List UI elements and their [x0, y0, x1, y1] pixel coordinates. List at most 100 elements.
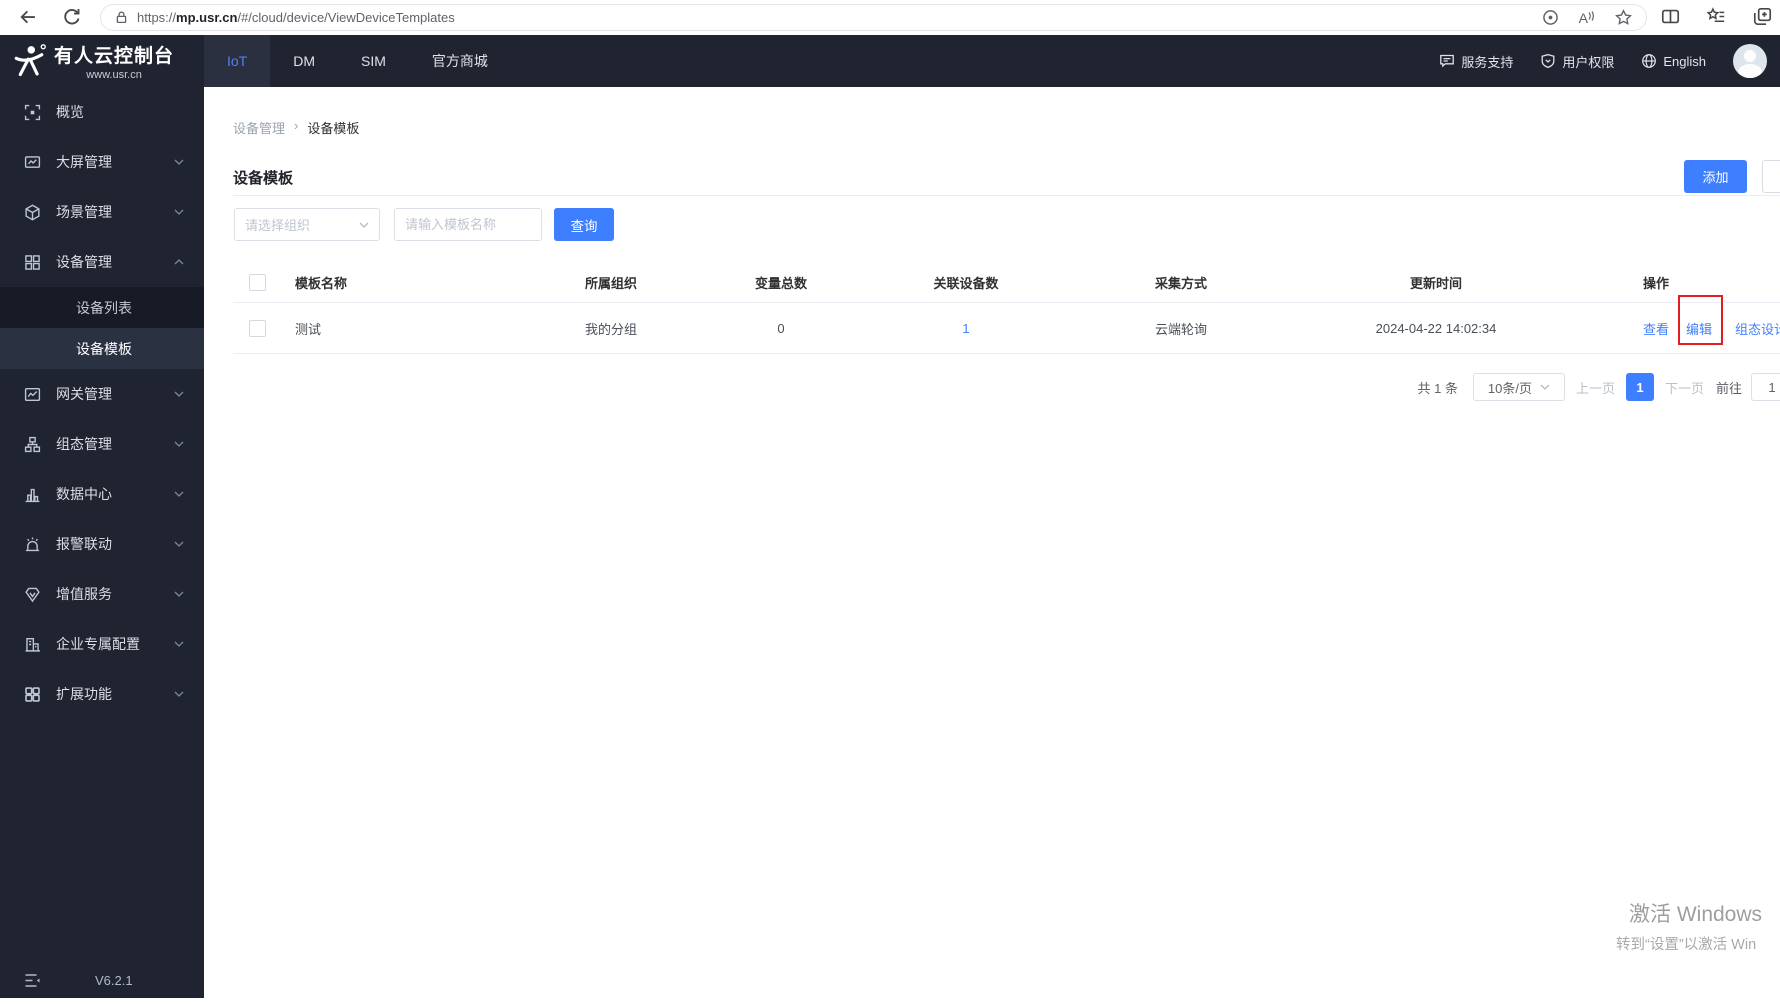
sidebar-item-scada-mgmt[interactable]: 组态管理: [0, 419, 204, 469]
prev-page-button[interactable]: 上一页: [1576, 378, 1615, 397]
version-label: V6.2.1: [95, 972, 133, 988]
breadcrumb-device-mgmt[interactable]: 设备管理: [233, 118, 285, 137]
avatar[interactable]: [1733, 44, 1767, 78]
overview-icon: [24, 104, 41, 120]
cell-collect-mode: 云端轮询: [1154, 321, 1207, 337]
next-page-button[interactable]: 下一页: [1665, 378, 1704, 397]
vas-icon: [25, 587, 40, 602]
chevron-down-icon: [174, 541, 184, 547]
sidebar-item-overview[interactable]: 概览: [0, 87, 204, 137]
tab-mall[interactable]: 官方商城: [409, 35, 511, 87]
scada-icon: [24, 436, 41, 452]
url-text[interactable]: https://mp.usr.cn/#/cloud/device/ViewDev…: [137, 10, 1522, 25]
goto-page-input[interactable]: [1751, 373, 1780, 401]
chat-icon: [1440, 54, 1455, 68]
collections-icon[interactable]: [1753, 7, 1772, 26]
scene-icon: [25, 203, 40, 221]
location-icon[interactable]: [1542, 9, 1559, 26]
brand[interactable]: 有人云控制台 www.usr.cn: [0, 41, 204, 81]
main-content: 设备管理 › 设备模板 设备模板 添加 批 请选择组织 查询 模板名称 所属组织…: [204, 87, 1780, 1004]
read-aloud-icon[interactable]: A: [1579, 10, 1595, 26]
col-updated-at: 更新时间: [1409, 275, 1462, 291]
language-menu[interactable]: English: [1641, 53, 1706, 69]
col-organization: 所属组织: [584, 275, 637, 291]
sidebar-item-extensions[interactable]: 扩展功能: [0, 669, 204, 719]
brand-subtitle: www.usr.cn: [86, 69, 142, 81]
col-actions: 操作: [1643, 275, 1670, 291]
table-row: 测试 我的分组 0 1 云端轮询 2024-04-22 14:02:34 查看 …: [233, 294, 1780, 354]
permission-menu[interactable]: 用户权限: [1540, 52, 1614, 71]
sidebar-item-scene-mgmt[interactable]: 场景管理: [0, 187, 204, 237]
browser-actions: [1661, 7, 1778, 26]
browser-toolbar: https://mp.usr.cn/#/cloud/device/ViewDev…: [0, 0, 1780, 35]
top-tabs: IoT DM SIM 官方商城: [204, 35, 511, 87]
lock-icon[interactable]: [114, 10, 129, 25]
scada-design-link[interactable]: 组态设计: [1735, 319, 1780, 338]
col-collect-mode: 采集方式: [1154, 275, 1207, 291]
globe-icon: [1642, 54, 1657, 68]
page-size-select[interactable]: 10条/页: [1472, 373, 1565, 401]
collapse-icon[interactable]: [24, 973, 41, 988]
breadcrumb: 设备管理 › 设备模板: [233, 118, 359, 137]
pagination: 共 1 条 10条/页 上一页 1 下一页 前往: [233, 373, 1780, 401]
cell-linked-devices: 1: [881, 321, 1051, 336]
chevron-down-icon: [174, 441, 184, 447]
favorite-star-icon[interactable]: [1615, 9, 1632, 26]
breadcrumb-separator: ›: [294, 118, 299, 133]
tab-dm[interactable]: DM: [270, 35, 338, 87]
brand-title: 有人云控制台: [54, 46, 175, 67]
sidebar-item-value-added[interactable]: 增值服务: [0, 569, 204, 619]
address-bar[interactable]: https://mp.usr.cn/#/cloud/device/ViewDev…: [100, 4, 1647, 31]
template-name-field[interactable]: [394, 208, 542, 241]
select-chevron-icon: [359, 222, 369, 228]
query-button[interactable]: 查询: [554, 208, 614, 241]
current-page-button[interactable]: 1: [1625, 373, 1654, 401]
back-icon[interactable]: [18, 7, 38, 27]
col-variable-total: 变量总数: [754, 275, 807, 291]
linked-devices-link[interactable]: 1: [962, 321, 969, 336]
goto-label: 前往: [1715, 380, 1742, 396]
chevron-down-icon: [174, 391, 184, 397]
edit-link[interactable]: 编辑: [1686, 322, 1712, 337]
table-header-row: 模板名称 所属组织 变量总数 关联设备数 采集方式 更新时间 操作: [233, 262, 1780, 303]
shield-icon: [1541, 53, 1555, 69]
page-title: 设备模板: [233, 170, 294, 187]
sidebar-item-device-list[interactable]: 设备列表: [0, 287, 204, 328]
sidebar-item-gateway-mgmt[interactable]: 网关管理: [0, 369, 204, 419]
support-menu[interactable]: 服务支持: [1439, 52, 1513, 71]
cell-updated-at: 2024-04-22 14:02:34: [1375, 320, 1497, 336]
datacenter-icon: [25, 488, 40, 502]
extension-icon: [25, 686, 40, 702]
row-checkbox[interactable]: [248, 319, 266, 337]
sidebar-item-device-mgmt[interactable]: 设备管理: [0, 237, 204, 287]
split-screen-icon[interactable]: [1661, 7, 1680, 26]
sidebar-item-alarm-linkage[interactable]: 报警联动: [0, 519, 204, 569]
refresh-icon[interactable]: [62, 7, 82, 27]
select-all-checkbox[interactable]: [248, 273, 266, 291]
tab-iot[interactable]: IoT: [204, 35, 271, 87]
sidebar-item-screen-mgmt[interactable]: 大屏管理: [0, 137, 204, 187]
windows-activation-hint: 转到“设置”以激活 Win: [1616, 937, 1757, 953]
tab-sim[interactable]: SIM: [338, 35, 409, 87]
edit-link-wrapper: 编辑: [1678, 294, 1724, 345]
add-button[interactable]: 添加: [1684, 160, 1747, 193]
template-name-input[interactable]: [395, 209, 541, 240]
cell-variable-total: 0: [777, 320, 785, 336]
cell-organization: 我的分组: [584, 321, 637, 337]
chevron-down-icon: [174, 491, 184, 497]
gateway-icon: [24, 387, 41, 401]
chevron-down-icon: [174, 641, 184, 647]
sidebar-item-device-template[interactable]: 设备模板: [0, 328, 204, 369]
sidebar: 概览 大屏管理 场景管理 设备管理 设备列表 设备模板 网关管理 组态管理 数据…: [0, 87, 204, 1004]
sidebar-item-enterprise-config[interactable]: 企业专属配置: [0, 619, 204, 669]
batch-button-partial[interactable]: 批: [1762, 160, 1780, 193]
sidebar-item-data-center[interactable]: 数据中心: [0, 469, 204, 519]
cell-template-name: 测试: [295, 321, 322, 337]
device-icon: [25, 254, 40, 270]
org-select[interactable]: 请选择组织: [234, 208, 380, 241]
chevron-down-icon: [174, 209, 184, 215]
view-link[interactable]: 查看: [1643, 319, 1669, 338]
cell-actions: 查看 编辑 组态设计: [1561, 294, 1780, 345]
favorites-bar-icon[interactable]: [1707, 7, 1726, 26]
title-divider: [233, 195, 1780, 196]
